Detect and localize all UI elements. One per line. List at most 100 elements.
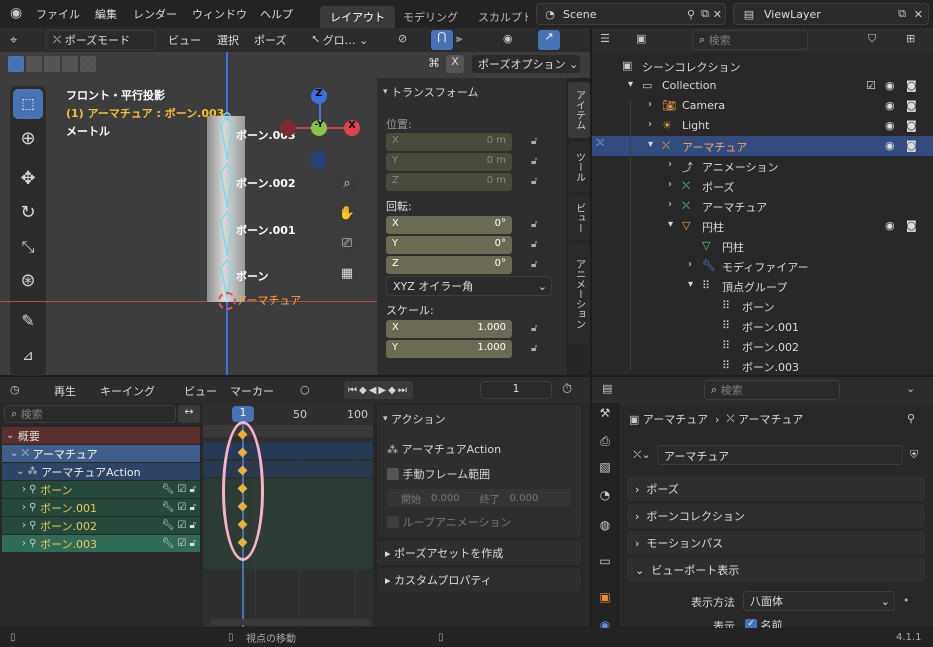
expand-arrow-icon[interactable]: › xyxy=(688,259,692,270)
rotation-y-field[interactable]: Y 0° xyxy=(386,236,512,254)
copy-icon[interactable]: ⧉ xyxy=(701,7,709,21)
world-tab-icon[interactable]: ◍ xyxy=(595,515,615,535)
scale-tool-icon[interactable]: ⤡ xyxy=(13,232,43,262)
expand-arrow-icon[interactable]: ▾ xyxy=(668,219,673,230)
channel-bone-003[interactable]: › ⚲ ボーン.003 🔧︎ ☑ 🔓︎ xyxy=(2,535,200,552)
gizmo-z[interactable]: Z xyxy=(311,88,327,104)
select-extend-icon[interactable] xyxy=(26,56,42,72)
playhead-frame[interactable]: 1 xyxy=(232,406,254,422)
transform-tool-icon[interactable]: ⊛ xyxy=(13,266,43,296)
lock-icon[interactable]: 🔓︎ xyxy=(531,259,537,270)
pose-x-mirror-icon[interactable]: ⌘ xyxy=(428,56,440,70)
pose-options-dropdown[interactable]: ポーズオプション ⌄ xyxy=(471,54,581,74)
lock-icon[interactable]: 🔓︎ xyxy=(531,239,537,250)
menu-render[interactable]: レンダー xyxy=(133,6,177,22)
lock-icon[interactable]: 🔓︎ xyxy=(531,219,537,230)
gizmo-neg-y[interactable]: -Y xyxy=(311,120,327,136)
playback-menu[interactable]: 再生 xyxy=(54,383,76,399)
select-new-icon[interactable] xyxy=(8,56,24,72)
channel-expand-icon[interactable]: › ⚲ xyxy=(22,484,37,495)
lock-icon[interactable]: 🔓︎ xyxy=(531,136,537,147)
channel-action[interactable]: ⌄ ⁂ アーマチュアAction xyxy=(2,463,200,480)
outliner-row-camera[interactable]: › 📷︎ Camera ◉ ◙ xyxy=(592,96,933,116)
play-icon[interactable]: ▶ xyxy=(378,385,388,396)
eye-icon[interactable]: ◉ xyxy=(885,219,895,232)
select-invert-icon[interactable] xyxy=(62,56,78,72)
menu-edit[interactable]: 編集 xyxy=(95,6,117,22)
outliner-row-vertex-groups[interactable]: ▾ ⠿ 頂点グループ xyxy=(592,276,933,296)
sidebar-tab-tool[interactable]: ツール xyxy=(568,142,590,192)
manual-range-checkbox[interactable] xyxy=(387,468,399,480)
outliner-row-vertex-group-bone-001[interactable]: ⠿ ボーン.001 xyxy=(592,316,933,336)
output-tab-icon[interactable]: ▧ xyxy=(595,457,615,477)
expand-arrow-icon[interactable]: › xyxy=(648,119,652,130)
menu-help[interactable]: ヘルプ xyxy=(260,6,293,22)
editor-type-icon[interactable]: ⌖ xyxy=(10,33,17,48)
eye-icon[interactable]: ◉ xyxy=(885,99,895,112)
expand-arrow-icon[interactable]: › xyxy=(668,199,672,210)
channel-bone-002[interactable]: › ⚲ ボーン.002 🔧︎ ☑ 🔓︎ xyxy=(2,517,200,534)
channel-expand-icon[interactable]: ⌄ ⁂ xyxy=(16,466,38,477)
outliner-row-collection[interactable]: ▣ シーンコレクション xyxy=(592,56,933,76)
outliner-row-cylinder[interactable]: ▾ ▽ 円柱 ◉ ◙ xyxy=(592,216,933,236)
viewport-menu-pose[interactable]: ポーズ xyxy=(254,32,286,48)
tab-layout[interactable]: レイアウト xyxy=(320,6,395,28)
outliner-row-vertex-group-bone-003[interactable]: ⠿ ボーン.003 xyxy=(592,356,933,376)
datablock-name[interactable]: アーマチュア xyxy=(657,445,903,465)
snap-target-icon[interactable]: ⫸ xyxy=(456,32,462,46)
viewport-display-section[interactable]: ⌄ ビューポート表示 xyxy=(627,558,925,582)
channel-expand-icon[interactable]: ⌄ xyxy=(6,430,14,441)
gizmo-x[interactable]: X xyxy=(344,120,360,136)
outliner-row-armature-data[interactable]: › ⛌ アーマチュア xyxy=(592,196,933,216)
pivot-icon[interactable]: ⊘ xyxy=(398,32,407,45)
collection-tab-icon[interactable]: ▭ xyxy=(595,551,615,571)
properties-editor-icon[interactable]: ▤ xyxy=(602,382,612,395)
datablock-selector[interactable]: ⛌⌄ アーマチュア ⛨ xyxy=(627,445,925,465)
timeline-editor-icon[interactable]: ◷ xyxy=(10,383,20,396)
eye-icon[interactable]: ◉ xyxy=(885,139,895,152)
prev-key-icon[interactable]: ◆ xyxy=(359,385,369,396)
location-z-field[interactable]: Z 0 m xyxy=(386,173,512,191)
render-camera-icon[interactable]: ◙ xyxy=(906,99,917,112)
current-frame-field[interactable]: 1 xyxy=(480,381,552,399)
cursor-tool-icon[interactable]: ⊕ xyxy=(13,124,43,154)
channel-expand-icon[interactable]: › ⚲ xyxy=(22,502,37,513)
channel-expand-icon[interactable]: › ⚲ xyxy=(22,538,37,549)
keying-menu[interactable]: キーイング xyxy=(100,383,155,399)
channel-toggles[interactable]: 🔧︎ ☑ 🔓︎ xyxy=(162,502,197,513)
annotate-tool-icon[interactable]: ✎ xyxy=(13,306,43,336)
dopesheet-search[interactable]: ⌕ 検索 xyxy=(4,405,176,423)
scale-y-field[interactable]: Y 1.000 xyxy=(386,340,512,358)
pan-hand-icon[interactable]: ✋ xyxy=(334,200,360,226)
sidebar-tab-view[interactable]: ビュー xyxy=(568,196,590,240)
motion-paths-section[interactable]: › モーションパス xyxy=(627,531,925,555)
swap-icon[interactable]: ↔ xyxy=(178,405,200,423)
eye-icon[interactable]: ◉ xyxy=(885,79,895,92)
x-mirror-button[interactable]: X xyxy=(446,55,464,73)
auto-key-icon[interactable]: ○ xyxy=(300,383,310,396)
expand-arrow-icon[interactable]: › xyxy=(668,159,672,170)
snap-toggle[interactable]: ⋂ xyxy=(431,30,453,50)
outliner-editor-icon[interactable]: ☰ xyxy=(600,32,610,45)
bone-collections-section[interactable]: › ボーンコレクション xyxy=(627,504,925,528)
lock-icon[interactable]: 🔓︎ xyxy=(531,323,537,334)
rotation-x-field[interactable]: X 0° xyxy=(386,216,512,234)
scale-x-field[interactable]: X 1.000 xyxy=(386,320,512,338)
outliner-row-collection-item[interactable]: ▾ ▭ Collection ☑ ◉ ◙ xyxy=(592,76,933,96)
outliner-row-vertex-group-bone[interactable]: ⠿ ボーン xyxy=(592,296,933,316)
dropdown-arrow-icon[interactable]: ⌄ xyxy=(906,382,915,395)
render-camera-icon[interactable]: ◙ xyxy=(906,119,917,132)
channel-toggles[interactable]: 🔧︎ ☑ 🔓︎ xyxy=(162,484,197,495)
render-camera-icon[interactable]: ◙ xyxy=(906,219,917,232)
close-icon[interactable]: ✕ xyxy=(914,8,923,21)
outliner-row-pose[interactable]: › ⛌ ポーズ xyxy=(592,176,933,196)
outliner-search[interactable]: ⌕ 検索 xyxy=(692,30,808,50)
animate-dot-icon[interactable]: • xyxy=(903,594,910,607)
channel-bone-001[interactable]: › ⚲ ボーン.001 🔧︎ ☑ 🔓︎ xyxy=(2,499,200,516)
location-x-field[interactable]: X 0 m xyxy=(386,133,512,151)
channel-expand-icon[interactable]: › ⚲ xyxy=(22,520,37,531)
expand-arrow-icon[interactable]: ▾ xyxy=(628,79,633,90)
channel-summary[interactable]: ⌄ 概要 xyxy=(2,427,200,444)
exclude-checkbox-icon[interactable]: ☑ xyxy=(866,79,876,92)
zoom-icon[interactable]: ⌕ xyxy=(334,170,360,196)
